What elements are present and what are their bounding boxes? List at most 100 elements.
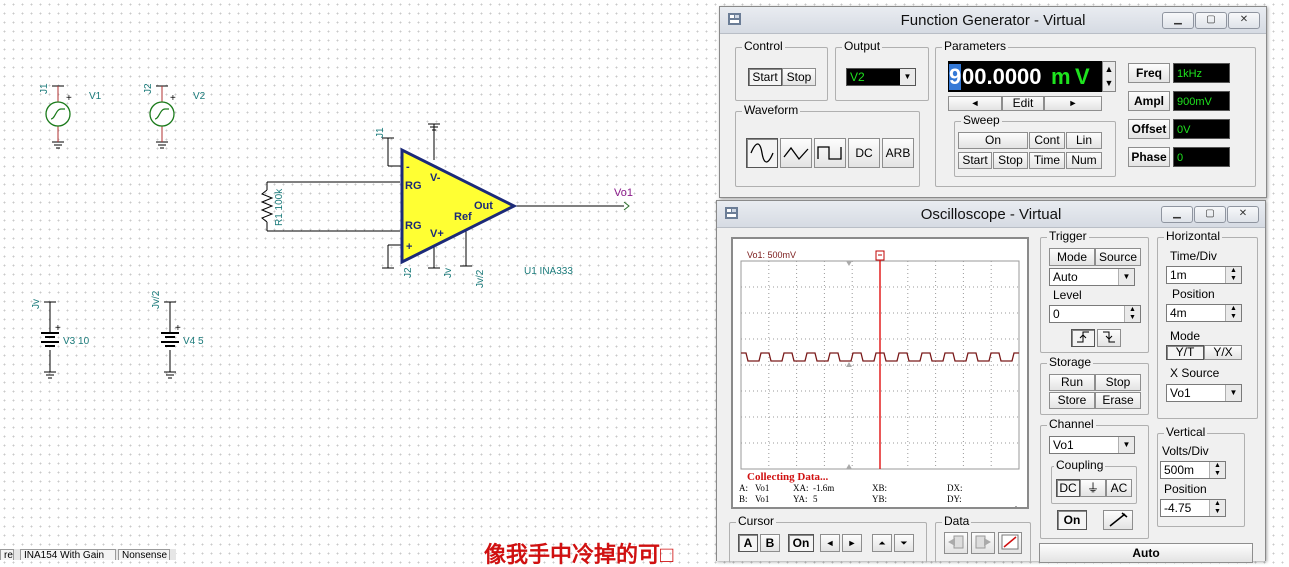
cursor-on-button[interactable]: On	[788, 534, 814, 552]
sweep-on-button[interactable]: On	[958, 132, 1028, 149]
coupling-dc-button[interactable]: DC	[1056, 479, 1080, 497]
channel-probe-button[interactable]	[1103, 510, 1133, 530]
mode-yt-button[interactable]: Y/T	[1166, 345, 1204, 360]
chevron-down-icon[interactable]: ▼	[900, 69, 915, 85]
phase-value[interactable]: 0	[1173, 147, 1230, 167]
storage-store-button[interactable]: Store	[1049, 392, 1095, 409]
cursor-b-button[interactable]: B	[760, 534, 780, 552]
freq-button[interactable]: Freq	[1128, 63, 1170, 83]
channel-select[interactable]: Vo1 ▼	[1049, 436, 1135, 454]
trigger-source-button[interactable]: Source	[1095, 248, 1141, 266]
v3-battery-symbol[interactable]	[41, 332, 59, 347]
readout-xa-value: -1.6m	[813, 483, 835, 493]
fg-value-display[interactable]: 9 00.0000 m V	[948, 61, 1102, 92]
cursor-right-button[interactable]: ►	[842, 534, 862, 552]
voltsdiv-input[interactable]: 500m ▲ ▼	[1160, 461, 1226, 479]
sweep-time-button[interactable]: Time	[1029, 152, 1065, 169]
auto-button[interactable]: Auto	[1039, 543, 1253, 563]
trigger-rising-button[interactable]	[1071, 329, 1095, 347]
coupling-gnd-button[interactable]: ⏚	[1080, 479, 1106, 497]
v4-battery-symbol[interactable]	[161, 332, 179, 347]
maximize-button[interactable]: ▢	[1194, 206, 1226, 223]
sheet-tab-3[interactable]: Nonsense	[118, 549, 170, 561]
trigger-mode-select[interactable]: Auto ▼	[1049, 268, 1135, 286]
trigger-mode-button[interactable]: Mode	[1049, 248, 1095, 266]
freq-value[interactable]: 1kHz	[1173, 63, 1230, 83]
opamp-ref: Ref	[454, 211, 472, 223]
v2-source-symbol[interactable]	[149, 101, 175, 127]
fg-stop-button[interactable]: Stop	[782, 68, 816, 86]
chevron-down-icon[interactable]: ▼	[1118, 269, 1134, 285]
spinner-icon[interactable]: ▲ ▼	[1225, 267, 1241, 283]
minimize-button[interactable]: ▁	[1161, 206, 1193, 223]
sweep-start-button[interactable]: Start	[958, 152, 992, 169]
fg-titlebar[interactable]: Function Generator - Virtual ▁ ▢ ✕	[720, 7, 1266, 34]
ampl-value[interactable]: 900mV	[1173, 91, 1230, 111]
sweep-lin-button[interactable]: Lin	[1066, 132, 1102, 149]
data-import-button[interactable]	[944, 532, 968, 554]
storage-stop-button[interactable]: Stop	[1095, 374, 1141, 391]
cursor-left-button[interactable]: ◄	[820, 534, 840, 552]
sweep-cont-button[interactable]: Cont	[1029, 132, 1065, 149]
storage-erase-button[interactable]: Erase	[1095, 392, 1141, 409]
schematic-canvas[interactable]: J1 V1 J2 V2 Jv V3 10 Jv/2 V4 5 R1 100k J…	[0, 0, 720, 560]
fg-start-button[interactable]: Start	[748, 68, 782, 86]
v4-plus-sign: +	[175, 323, 181, 334]
oscilloscope-window[interactable]: Oscilloscope - Virtual ▁ ▢ ✕ Vo1: 500mV …	[716, 200, 1266, 563]
data-plot-button[interactable]	[998, 532, 1022, 554]
fg-value-spinner[interactable]: ▲ ▼	[1102, 61, 1116, 92]
data-export-button[interactable]	[971, 532, 995, 554]
offset-button[interactable]: Offset	[1128, 119, 1170, 139]
close-button[interactable]: ✕	[1228, 12, 1260, 29]
function-generator-window[interactable]: Function Generator - Virtual ▁ ▢ ✕ Contr…	[719, 6, 1267, 198]
fg-right-button[interactable]: ►	[1044, 96, 1102, 111]
sweep-stop-button[interactable]: Stop	[993, 152, 1028, 169]
maximize-button[interactable]: ▢	[1195, 12, 1227, 29]
trigger-falling-button[interactable]	[1097, 329, 1121, 347]
trigger-level-input[interactable]: 0 ▲ ▼	[1049, 305, 1141, 323]
sheet-tab-1[interactable]: re	[0, 549, 14, 561]
fg-output-select[interactable]: V2 ▼	[846, 68, 916, 86]
cursor-down-button[interactable]: ⏷	[894, 534, 914, 552]
spinner-icon[interactable]: ▲ ▼	[1225, 305, 1241, 321]
arb-wave-button[interactable]: ARB	[882, 138, 914, 168]
square-wave-button[interactable]	[814, 138, 846, 168]
v1-source-symbol[interactable]	[45, 101, 71, 127]
close-button[interactable]: ✕	[1227, 206, 1259, 223]
timediv-input[interactable]: 1m ▲ ▼	[1166, 266, 1242, 284]
sine-wave-button[interactable]	[746, 138, 778, 168]
chevron-down-icon[interactable]: ▼	[1118, 437, 1134, 453]
v-position-input[interactable]: -4.75 ▲ ▼	[1160, 499, 1226, 517]
storage-run-button[interactable]: Run	[1049, 374, 1095, 391]
coupling-ac-button[interactable]: AC	[1106, 479, 1132, 497]
sheet-tab-2[interactable]: INA154 With Gain	[20, 549, 116, 561]
horizontal-group: Horizontal Time/Div 1m ▲ ▼ Position 4m ▲ ▼…	[1157, 229, 1258, 419]
h-position-input[interactable]: 4m ▲ ▼	[1166, 304, 1242, 322]
spinner-icon[interactable]: ▲ ▼	[1209, 500, 1225, 516]
cursor-up-button[interactable]: ⏶	[872, 534, 892, 552]
fg-left-button[interactable]: ◄	[948, 96, 1002, 111]
spinner-icon[interactable]: ▲ ▼	[1124, 306, 1140, 322]
dc-wave-button[interactable]: DC	[848, 138, 880, 168]
chevron-down-icon[interactable]: ▼	[1225, 385, 1241, 401]
minimize-button[interactable]: ▁	[1162, 12, 1194, 29]
offset-value[interactable]: 0V	[1173, 119, 1230, 139]
v4-name-label: V4 5	[183, 336, 204, 347]
scope-grid[interactable]	[733, 239, 1027, 507]
mode-yx-button[interactable]: Y/X	[1204, 345, 1242, 360]
ampl-button[interactable]: Ampl	[1128, 91, 1170, 111]
osc-titlebar[interactable]: Oscilloscope - Virtual ▁ ▢ ✕	[717, 201, 1265, 228]
sweep-num-button[interactable]: Num	[1066, 152, 1102, 169]
ina333-opamp-symbol[interactable]	[400, 147, 518, 265]
storage-group: Storage Run Stop Store Erase	[1040, 355, 1149, 415]
scope-screen[interactable]: Vo1: 500mV Collecting Data... A: Vo1 XA:…	[731, 237, 1029, 509]
cursor-a-button[interactable]: A	[738, 534, 758, 552]
phase-button[interactable]: Phase	[1128, 147, 1170, 167]
chevron-down-icon[interactable]: ▼	[1103, 76, 1115, 90]
fg-edit-button[interactable]: Edit	[1002, 96, 1044, 111]
spinner-icon[interactable]: ▲ ▼	[1209, 462, 1225, 478]
channel-on-button[interactable]: On	[1057, 510, 1087, 530]
triangle-wave-button[interactable]	[780, 138, 812, 168]
chevron-up-icon[interactable]: ▲	[1103, 62, 1115, 76]
xsource-select[interactable]: Vo1 ▼	[1166, 384, 1242, 402]
